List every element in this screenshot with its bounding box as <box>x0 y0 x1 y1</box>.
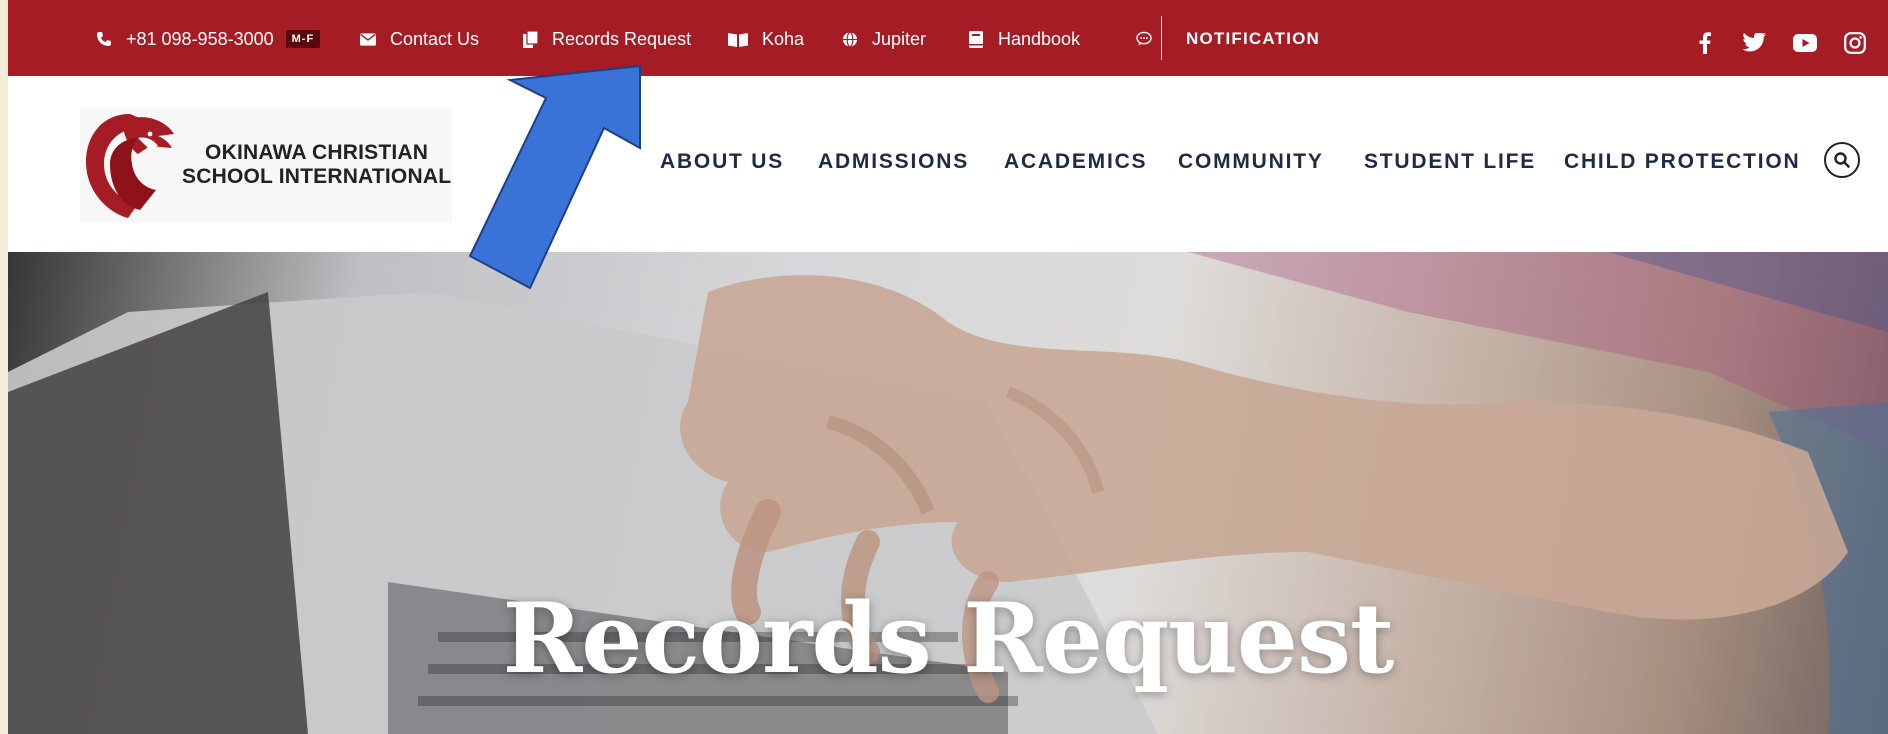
page-frame: +81 098-958-3000 M-F Contact Us Records … <box>8 0 1888 734</box>
top-utility-bar: +81 098-958-3000 M-F Contact Us Records … <box>8 0 1888 76</box>
phone-icon <box>96 30 112 48</box>
logo-line-1: OKINAWA CHRISTIAN <box>205 141 429 164</box>
notification-label: NOTIFICATION <box>1186 29 1321 48</box>
globe-icon <box>842 30 858 48</box>
contact-us-label: Contact Us <box>390 28 480 49</box>
records-request-label: Records Request <box>552 28 692 49</box>
document-icon <box>522 30 538 48</box>
site-header: OKINAWA CHRISTIAN SCHOOL INTERNATIONAL A… <box>8 76 1888 252</box>
nav-child-protection[interactable]: CHILD PROTECTION <box>1564 150 1800 174</box>
notification-divider <box>1161 16 1162 60</box>
eagle-logo-icon <box>86 114 174 218</box>
koha-link[interactable]: Koha <box>728 26 804 52</box>
facebook-icon[interactable] <box>1692 30 1718 56</box>
phone-link[interactable]: +81 098-958-3000 M-F <box>96 26 321 52</box>
search-button[interactable] <box>1824 142 1860 178</box>
koha-label: Koha <box>762 28 805 49</box>
phone-number: +81 098-958-3000 <box>126 28 274 49</box>
hours-badge: M-F <box>285 30 321 48</box>
chat-button[interactable] <box>1136 26 1152 52</box>
contact-us-link[interactable]: Contact Us <box>360 26 479 52</box>
handbook-link[interactable]: Handbook <box>968 26 1080 52</box>
search-icon <box>1834 152 1850 168</box>
hero-banner: Records Request <box>8 252 1888 734</box>
nav-student-life[interactable]: STUDENT LIFE <box>1364 150 1536 174</box>
handbook-label: Handbook <box>998 28 1081 49</box>
jupiter-link[interactable]: Jupiter <box>842 26 926 52</box>
logo-text: OKINAWA CHRISTIAN SCHOOL INTERNATIONAL <box>182 141 451 189</box>
nav-about-us[interactable]: ABOUT US <box>660 150 784 174</box>
instagram-icon[interactable] <box>1842 30 1868 56</box>
jupiter-label: Jupiter <box>872 28 927 49</box>
school-logo[interactable]: OKINAWA CHRISTIAN SCHOOL INTERNATIONAL <box>80 108 452 222</box>
nav-admissions[interactable]: ADMISSIONS <box>818 150 969 174</box>
chat-icon <box>1136 30 1152 48</box>
book-icon <box>728 30 748 48</box>
handbook-icon <box>968 30 984 48</box>
logo-line-2: SCHOOL INTERNATIONAL <box>182 165 452 188</box>
records-request-link[interactable]: Records Request <box>522 26 691 52</box>
notification-link[interactable]: NOTIFICATION <box>1186 26 1320 52</box>
nav-community[interactable]: COMMUNITY <box>1178 150 1324 174</box>
twitter-icon[interactable] <box>1742 30 1768 56</box>
nav-academics[interactable]: ACADEMICS <box>1004 150 1147 174</box>
page-title: Records Request <box>502 582 1395 695</box>
youtube-icon[interactable] <box>1792 30 1818 56</box>
envelope-icon <box>360 30 376 48</box>
